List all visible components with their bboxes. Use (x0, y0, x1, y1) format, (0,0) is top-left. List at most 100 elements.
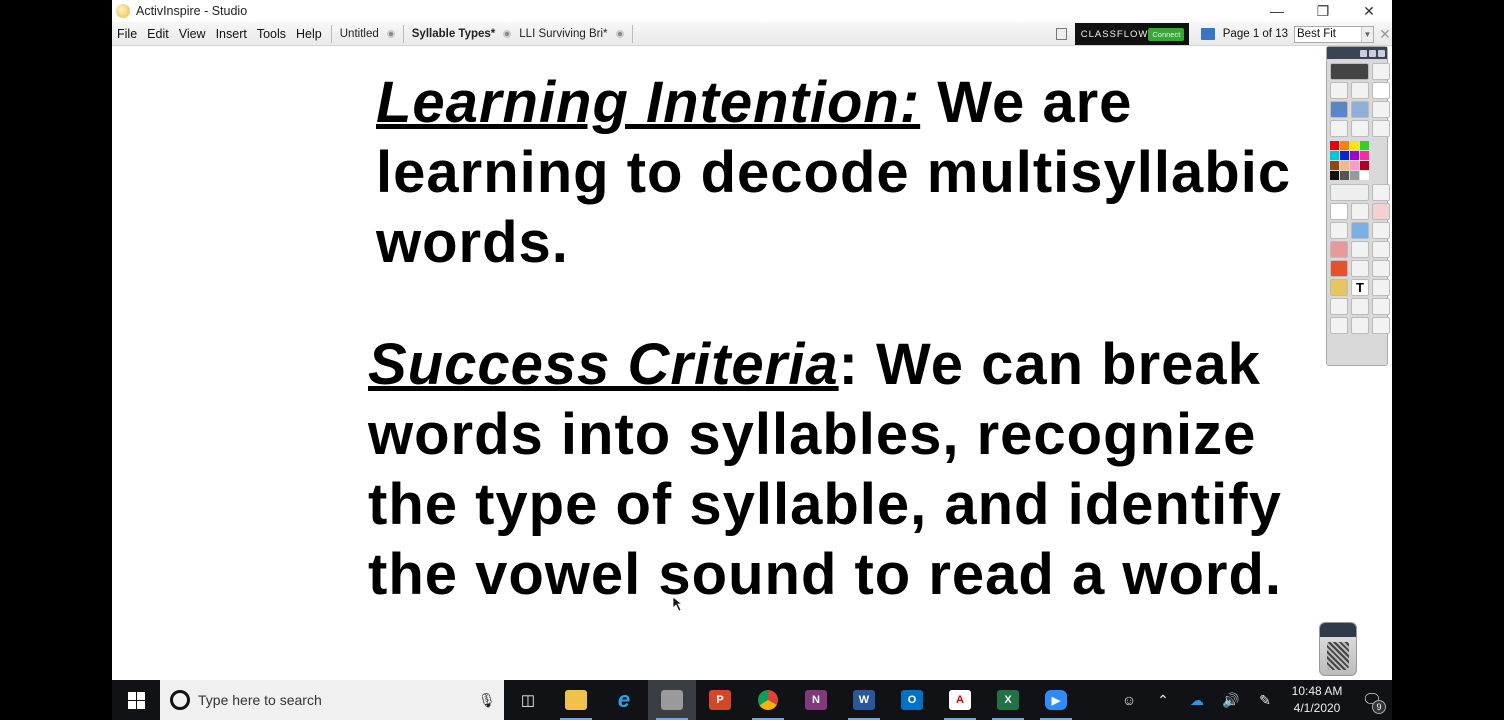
fill-icon[interactable] (1351, 241, 1369, 258)
chevron-up-icon[interactable]: ⌃ (1146, 692, 1180, 709)
toolbox-header[interactable] (1327, 47, 1387, 59)
taskbar-activinspire[interactable] (648, 680, 696, 720)
color-swatch[interactable] (1350, 171, 1359, 180)
color-swatch[interactable] (1330, 151, 1339, 160)
trash-can[interactable] (1319, 622, 1357, 676)
pen-width-slider[interactable] (1330, 184, 1369, 201)
taskbar-internet-explorer[interactable]: e (600, 680, 648, 720)
zoom-page-icon[interactable] (1372, 317, 1390, 334)
connector-icon[interactable] (1351, 260, 1369, 277)
menu-file[interactable]: File (112, 27, 142, 41)
color-swatch[interactable] (1340, 151, 1349, 160)
taskbar-onenote[interactable]: N (792, 680, 840, 720)
next-page-icon[interactable] (1351, 120, 1369, 137)
color-swatch[interactable] (1330, 141, 1339, 150)
volume-icon[interactable]: 🔊 (1214, 692, 1248, 709)
taskbar-chrome[interactable] (744, 680, 792, 720)
taskbar-outlook[interactable]: O (888, 680, 936, 720)
eraser-icon[interactable] (1330, 241, 1348, 258)
undo-icon[interactable] (1330, 317, 1348, 334)
prev-page-icon[interactable] (1330, 120, 1348, 137)
shape-recognition-icon[interactable] (1372, 241, 1390, 258)
action-center-button[interactable]: 🗨 9 (1352, 690, 1392, 714)
resource-library-icon[interactable] (1351, 82, 1369, 99)
page-browser-icon[interactable] (1200, 28, 1215, 40)
menu-view[interactable]: View (174, 27, 211, 41)
select-arrow-icon[interactable] (1330, 203, 1348, 220)
pen-icon[interactable] (1330, 222, 1348, 239)
color-swatch[interactable] (1340, 141, 1349, 150)
text-icon[interactable]: T (1351, 279, 1369, 296)
tab-close-icon[interactable] (615, 29, 624, 38)
zoom-select[interactable]: Best Fit ▼ (1294, 25, 1374, 43)
dual-user-icon[interactable] (1372, 63, 1390, 80)
restore-button[interactable]: ❐ (1300, 0, 1346, 22)
start-button[interactable] (112, 680, 160, 720)
tab-close-icon[interactable] (386, 29, 395, 38)
color-swatch[interactable] (1350, 141, 1359, 150)
close-button[interactable]: ✕ (1346, 0, 1392, 22)
toolbox-menu-icon[interactable] (1360, 49, 1367, 57)
reset-icon[interactable] (1351, 298, 1369, 315)
flipchart-browser-icon[interactable] (1330, 82, 1348, 99)
clock[interactable]: 10:48 AM 4/1/2020 (1282, 683, 1352, 717)
flipchart-canvas[interactable]: Learning Intention: We are learning to d… (112, 46, 1392, 680)
color-swatch[interactable] (1330, 161, 1339, 170)
taskbar-file-explorer[interactable] (552, 680, 600, 720)
magic-ink-icon[interactable] (1372, 222, 1390, 239)
new-page-icon[interactable] (1372, 101, 1390, 118)
taskbar-powerpoint[interactable]: P (696, 680, 744, 720)
shape-icon[interactable] (1330, 260, 1348, 277)
share-icon[interactable] (1330, 63, 1369, 80)
spotlight-icon[interactable] (1330, 298, 1348, 315)
notes-icon[interactable] (1055, 28, 1067, 40)
highlighter-icon[interactable] (1351, 222, 1369, 239)
color-swatch[interactable] (1360, 171, 1369, 180)
doc-tab-untitled[interactable]: Untitled (336, 28, 399, 40)
tools-icon[interactable] (1351, 203, 1369, 220)
page-icon[interactable] (1372, 82, 1390, 99)
taskbar-acrobat[interactable]: A (936, 680, 984, 720)
tab-close-icon[interactable] (503, 29, 512, 38)
desktop-annotate-icon[interactable] (1330, 101, 1348, 118)
activinspire-icon (661, 690, 683, 710)
color-swatch[interactable] (1360, 141, 1369, 150)
doc-tab-syllable-types[interactable]: Syllable Types* (408, 28, 516, 40)
task-view-button[interactable]: ◫ (504, 680, 552, 720)
magnify-icon[interactable] (1351, 101, 1369, 118)
color-swatch[interactable] (1350, 161, 1359, 170)
color-swatch[interactable] (1340, 171, 1349, 180)
color-swatch[interactable] (1360, 161, 1369, 170)
toolbox-settings-icon[interactable] (1369, 49, 1376, 57)
scissors-icon[interactable] (1372, 120, 1390, 137)
minimize-button[interactable]: — (1254, 0, 1300, 22)
redo-icon[interactable] (1351, 317, 1369, 334)
color-swatch[interactable] (1340, 161, 1349, 170)
toolbox-pin-icon[interactable] (1378, 49, 1385, 57)
color-swatch[interactable] (1360, 151, 1369, 160)
clear-icon[interactable] (1372, 279, 1390, 296)
taskbar-zoom[interactable]: ▶ (1032, 680, 1080, 720)
color-swatch[interactable] (1330, 171, 1339, 180)
delete-icon[interactable] (1372, 203, 1390, 220)
menu-tools[interactable]: Tools (252, 27, 291, 41)
close-flipchart-icon[interactable]: ✕ (1378, 26, 1392, 43)
menu-help[interactable]: Help (291, 27, 327, 41)
camera-icon[interactable] (1372, 260, 1390, 277)
color-picker-icon[interactable] (1372, 184, 1390, 201)
taskbar-word[interactable]: W (840, 680, 888, 720)
doc-tab-lli-surviving[interactable]: LLI Surviving Bri* (515, 28, 627, 40)
activinspire-logo-icon (116, 4, 130, 18)
taskbar-excel[interactable]: X (984, 680, 1032, 720)
insert-media-icon[interactable] (1372, 298, 1390, 315)
pen-workspace-icon[interactable]: ✎ (1248, 692, 1282, 709)
classflow-connect-button[interactable]: Connect (1148, 27, 1185, 41)
taskbar-search[interactable]: Type here to search 🎙 (160, 680, 504, 720)
text-tool-icon[interactable] (1330, 279, 1348, 296)
menu-edit[interactable]: Edit (142, 27, 174, 41)
onedrive-icon[interactable]: ☁ (1180, 692, 1214, 709)
color-swatch[interactable] (1350, 151, 1359, 160)
microphone-icon[interactable]: 🎙 (478, 692, 496, 709)
menu-insert[interactable]: Insert (211, 27, 252, 41)
people-icon[interactable]: ☺ (1112, 692, 1146, 708)
